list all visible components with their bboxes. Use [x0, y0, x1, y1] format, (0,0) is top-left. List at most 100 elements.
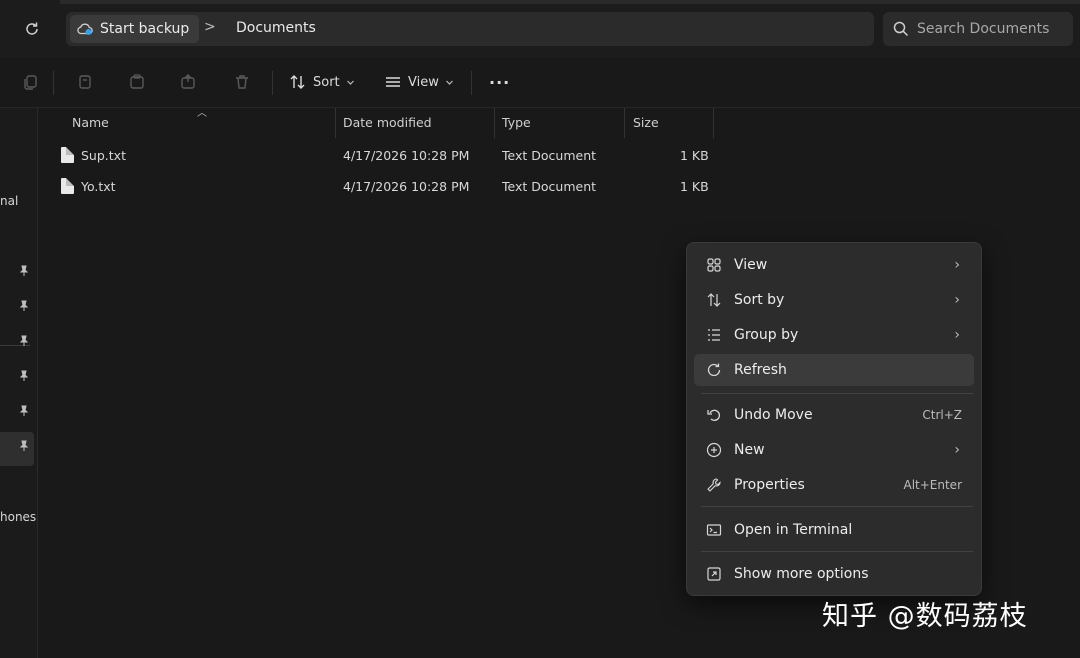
- pin-icon[interactable]: [18, 440, 32, 454]
- menu-item-label: Show more options: [734, 566, 869, 582]
- expand-icon: [703, 566, 725, 582]
- chevron-right-icon: ›: [954, 327, 960, 343]
- column-divider[interactable]: [713, 108, 714, 138]
- menu-item-open-in-terminal[interactable]: Open in Terminal: [694, 514, 974, 546]
- cloud-backup-icon: [77, 23, 93, 35]
- chevron-down-icon: [445, 80, 453, 85]
- file-date: 4/17/2026 10:28 PM: [343, 179, 470, 194]
- menu-item-label: New: [734, 442, 765, 458]
- view-button[interactable]: View: [384, 69, 454, 95]
- menu-separator: [701, 506, 973, 507]
- refresh-icon: [703, 362, 725, 378]
- menu-item-view[interactable]: View ›: [694, 249, 974, 281]
- breadcrumb-label: Start backup: [100, 21, 190, 37]
- sort-label: Sort: [313, 74, 340, 90]
- top-edge: [60, 0, 1080, 4]
- delete-button[interactable]: [231, 71, 253, 93]
- menu-shortcut: Ctrl+Z: [922, 408, 962, 422]
- text-file-icon: [61, 178, 74, 194]
- sidebar-item-phones[interactable]: hones: [0, 510, 37, 524]
- paste-button[interactable]: [126, 71, 148, 93]
- menu-item-label: Properties: [734, 477, 805, 493]
- search-placeholder: Search Documents: [917, 21, 1050, 37]
- title-bar: Start backup > Documents Search Document…: [0, 0, 1080, 57]
- menu-item-label: Open in Terminal: [734, 522, 853, 538]
- file-row[interactable]: Sup.txt 4/17/2026 10:28 PM Text Document…: [37, 142, 737, 170]
- breadcrumb-documents[interactable]: Documents: [236, 20, 316, 36]
- trash-icon: [236, 75, 248, 89]
- chevron-right-icon: ›: [954, 442, 960, 458]
- column-header-size[interactable]: Size: [633, 115, 659, 130]
- pin-icon[interactable]: [18, 335, 32, 349]
- file-type: Text Document: [502, 179, 597, 194]
- menu-item-new[interactable]: New ›: [694, 434, 974, 466]
- toolbar-divider: [53, 71, 54, 95]
- sort-icon: [703, 292, 725, 308]
- column-headers: ︿ Name Date modified Type Size: [37, 108, 1080, 138]
- file-type: Text Document: [502, 148, 597, 163]
- search-icon: [893, 21, 909, 37]
- refresh-icon: [26, 22, 38, 35]
- new-item-button[interactable]: [20, 71, 42, 93]
- plus-circle-icon: [703, 442, 725, 458]
- menu-item-label: Group by: [734, 327, 799, 343]
- menu-shortcut: Alt+Enter: [903, 478, 962, 492]
- sort-ascending-icon: ︿: [197, 108, 207, 119]
- view-label: View: [408, 74, 439, 90]
- context-menu: View › Sort by › Group by › Refresh Undo…: [686, 242, 982, 596]
- share-button[interactable]: [177, 71, 199, 93]
- copy-icon: [24, 75, 37, 90]
- pin-icon[interactable]: [18, 300, 32, 314]
- chevron-right-icon: ›: [954, 257, 960, 273]
- column-header-date[interactable]: Date modified: [343, 115, 432, 130]
- address-bar[interactable]: Start backup > Documents: [66, 12, 874, 46]
- pin-icon[interactable]: [18, 405, 32, 419]
- file-date: 4/17/2026 10:28 PM: [343, 148, 470, 163]
- file-name: Sup.txt: [81, 148, 126, 163]
- pin-icon[interactable]: [18, 370, 32, 384]
- menu-item-undo-move[interactable]: Undo Move Ctrl+Z: [694, 399, 974, 431]
- command-bar: Sort View ···: [0, 57, 1080, 108]
- terminal-icon: [703, 522, 725, 538]
- menu-item-sort-by[interactable]: Sort by ›: [694, 284, 974, 316]
- list-icon: [703, 327, 725, 343]
- view-lines-icon: [386, 77, 400, 87]
- cut-icon: [79, 75, 91, 89]
- column-header-name[interactable]: Name: [72, 115, 109, 130]
- paste-icon: [130, 74, 144, 89]
- file-size: 1 KB: [680, 179, 709, 194]
- menu-item-label: Undo Move: [734, 407, 813, 423]
- search-box[interactable]: Search Documents: [883, 12, 1073, 46]
- grid-icon: [703, 257, 725, 273]
- menu-item-properties[interactable]: Properties Alt+Enter: [694, 469, 974, 501]
- navigation-pane: nal hones: [0, 108, 38, 658]
- sort-icon: [290, 75, 305, 89]
- file-row[interactable]: Yo.txt 4/17/2026 10:28 PM Text Document …: [37, 173, 737, 201]
- file-name: Yo.txt: [81, 179, 116, 194]
- menu-item-show-more-options[interactable]: Show more options: [694, 558, 974, 590]
- column-header-type[interactable]: Type: [502, 115, 531, 130]
- menu-item-refresh[interactable]: Refresh: [694, 354, 974, 386]
- share-icon: [181, 74, 195, 89]
- cut-button[interactable]: [74, 71, 96, 93]
- wrench-icon: [703, 477, 725, 493]
- pin-icon[interactable]: [18, 265, 32, 279]
- refresh-button[interactable]: [20, 17, 44, 41]
- text-file-icon: [61, 147, 74, 163]
- menu-item-label: View: [734, 257, 768, 273]
- more-icon: ···: [489, 72, 511, 92]
- sidebar-item-personal[interactable]: nal: [0, 194, 37, 208]
- sort-button[interactable]: Sort: [289, 69, 355, 95]
- more-options-button[interactable]: ···: [489, 69, 510, 95]
- watermark: 知乎 @数码荔枝: [822, 601, 1028, 632]
- file-size: 1 KB: [680, 148, 709, 163]
- column-divider[interactable]: [494, 108, 495, 138]
- column-divider[interactable]: [624, 108, 625, 138]
- chevron-down-icon: [346, 80, 354, 85]
- chevron-right-icon: >: [204, 19, 216, 35]
- breadcrumb-start-backup[interactable]: Start backup: [70, 15, 200, 43]
- menu-separator: [701, 551, 973, 552]
- menu-item-group-by[interactable]: Group by ›: [694, 319, 974, 351]
- toolbar-divider: [471, 71, 472, 95]
- column-divider[interactable]: [335, 108, 336, 138]
